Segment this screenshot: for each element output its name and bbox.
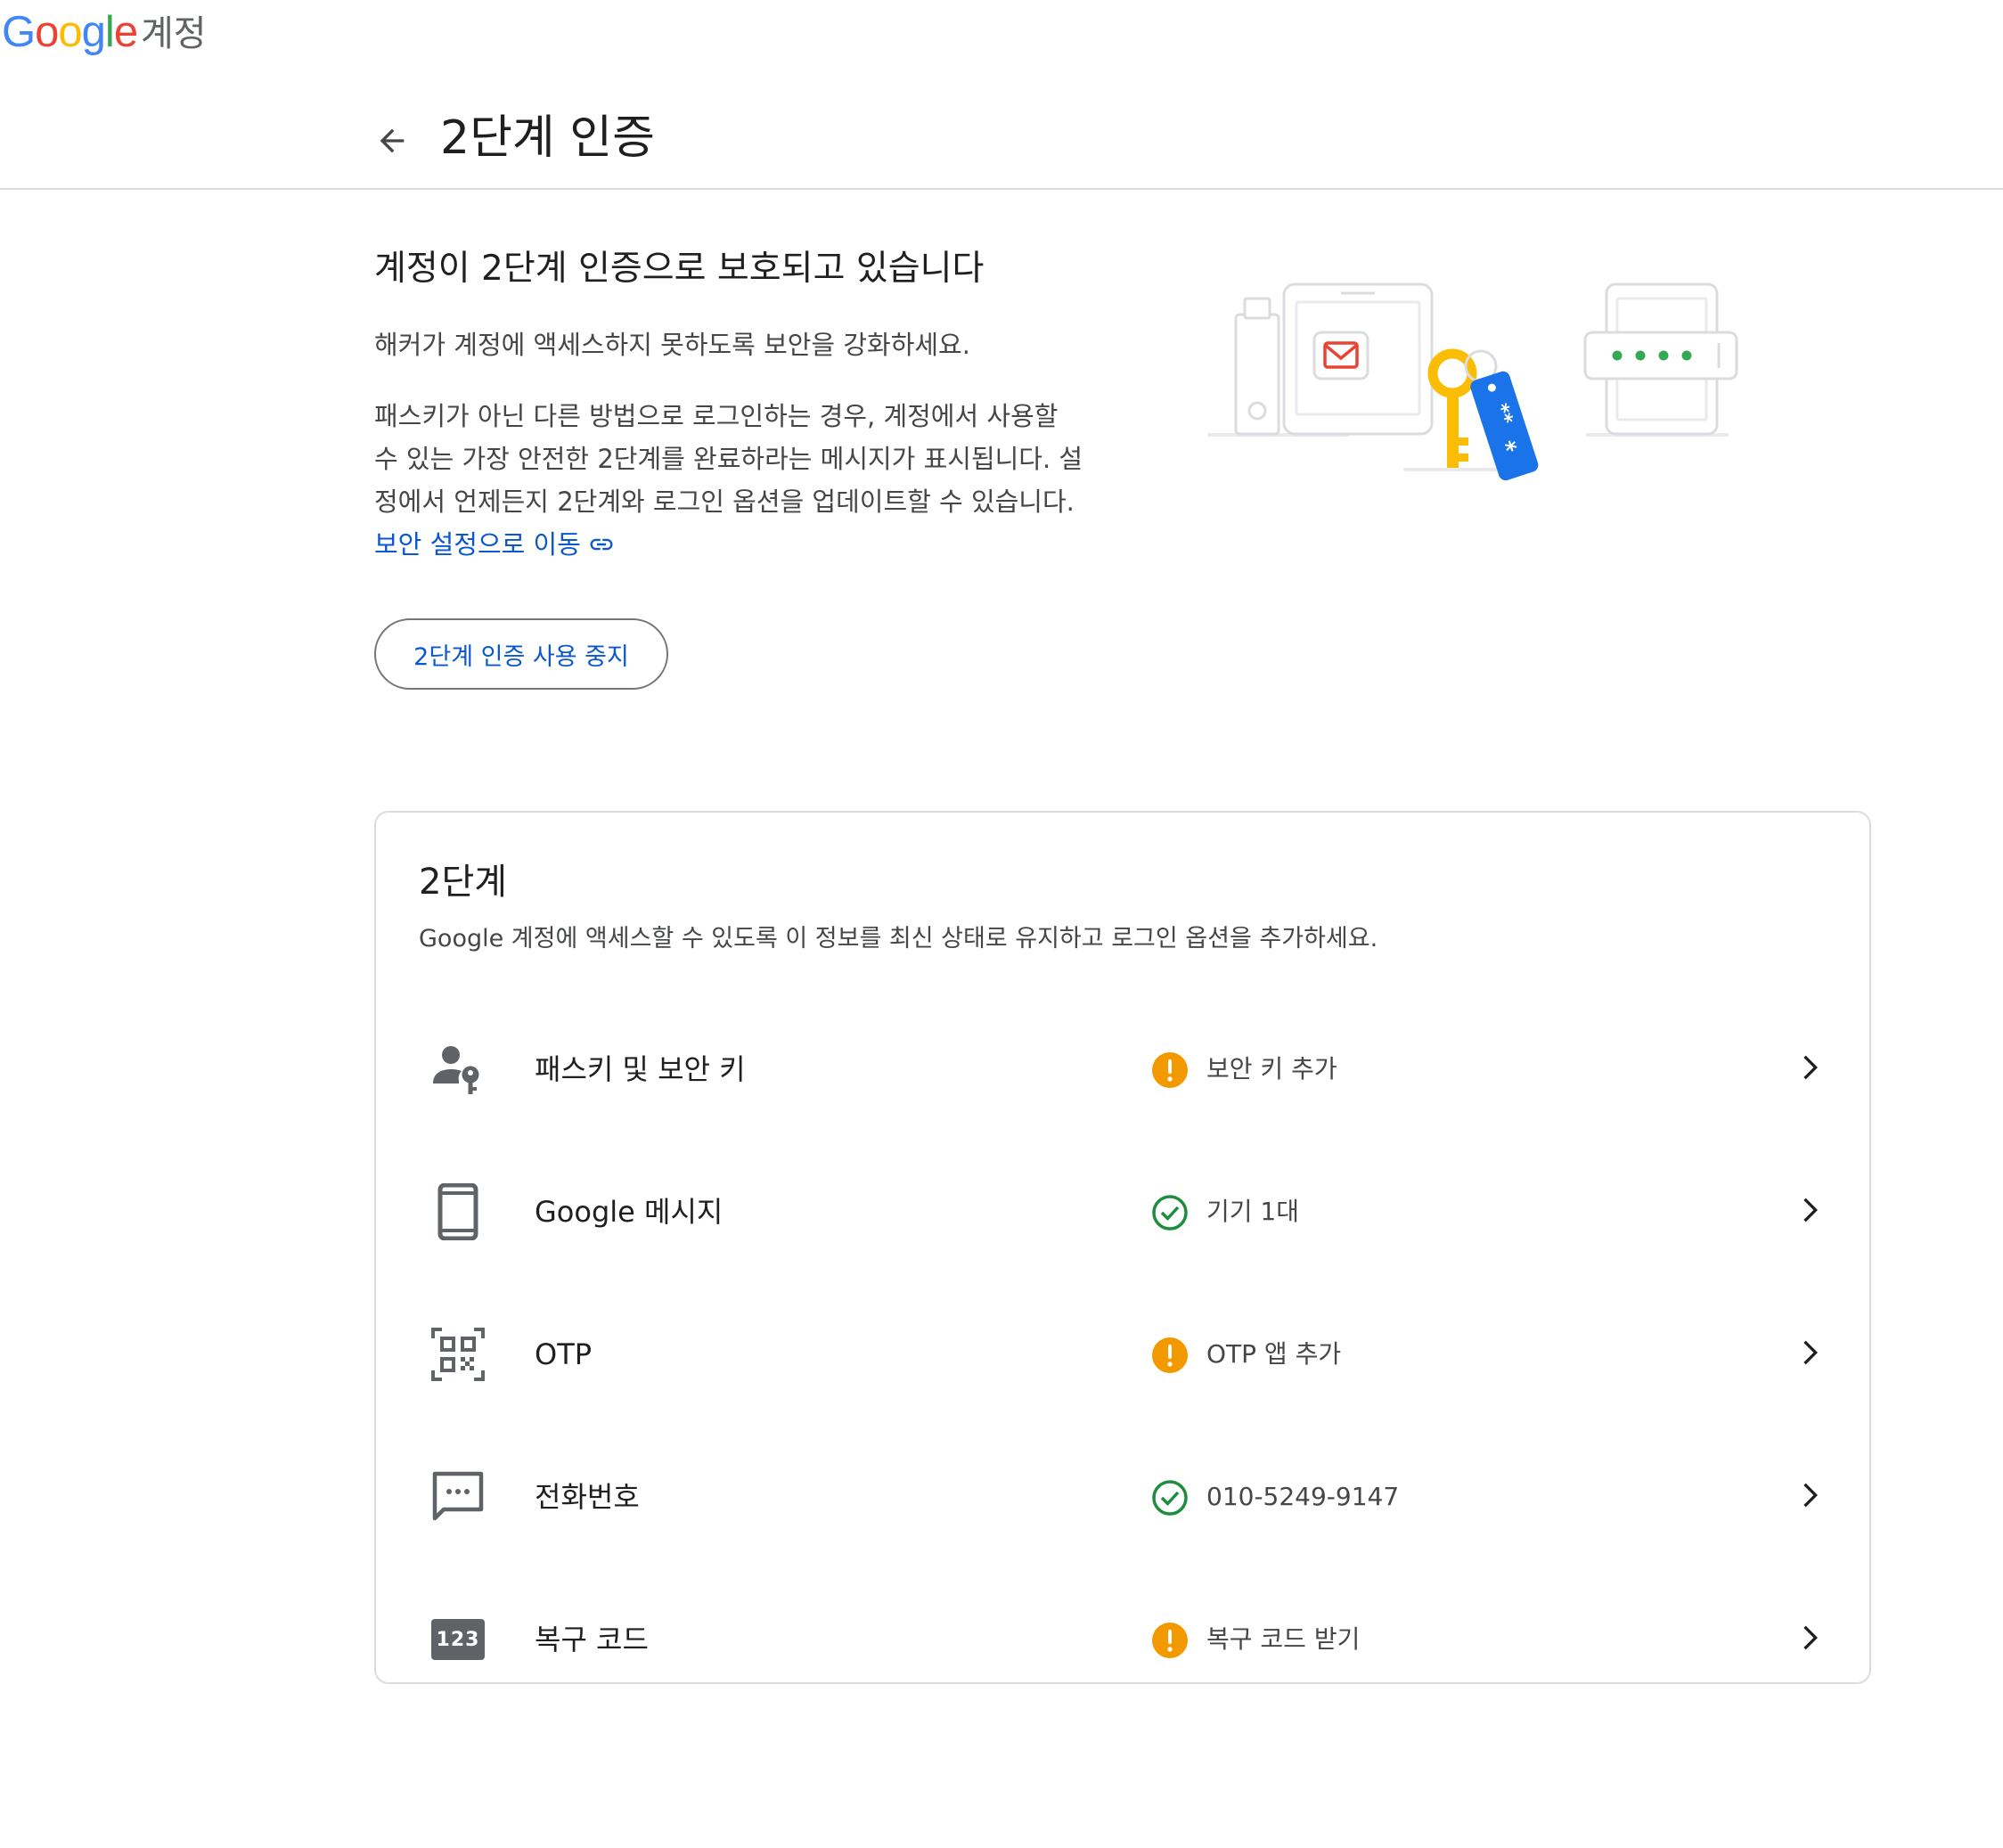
message-icon (432, 1471, 484, 1521)
row-phone-number[interactable]: 전화번호 010-5249-9147 (376, 1426, 1869, 1568)
row-icon (431, 1470, 485, 1524)
warning-icon (1152, 1052, 1188, 1088)
page-title: 2단계 인증 (440, 111, 655, 165)
row-google-prompts[interactable]: Google 메시지 기기 1대 (376, 1141, 1869, 1283)
row-status: 010-5249-9147 (1206, 1482, 1400, 1511)
row-label: 패스키 및 보안 키 (535, 1052, 746, 1086)
check-circle-icon (1152, 1195, 1188, 1231)
logo-letter: o (58, 8, 82, 56)
product-name[interactable]: 계정 (141, 9, 207, 59)
turn-off-2sv-button[interactable]: 2단계 인증 사용 중지 (374, 618, 668, 690)
row-label: Google 메시지 (535, 1195, 724, 1229)
row-status: 보안 키 추가 (1206, 1054, 1337, 1083)
card-title: 2단계 (419, 862, 508, 903)
logo-letter: l (104, 8, 115, 56)
arrow-back-icon (380, 128, 405, 153)
row-label: 복구 코드 (535, 1623, 649, 1656)
row-icon (431, 1183, 485, 1240)
row-label: OTP (535, 1337, 593, 1371)
logo-letter: G (2, 8, 36, 56)
chevron-right-icon (1803, 1055, 1818, 1080)
intro-paragraph-line: 수 있는 가장 안전한 2단계를 완료하라는 메시지가 표시됩니다. 설 (374, 444, 1083, 474)
second-steps-list: 패스키 및 보안 키 보안 키 추가 Google 메시지 기기 1대 OTP … (376, 998, 1869, 1711)
qr-code-icon (431, 1328, 485, 1381)
row-status: 복구 코드 받기 (1206, 1624, 1361, 1654)
top-bar: Google 계정 (0, 0, 2003, 71)
usb-key-icon (1234, 313, 1280, 436)
logo-letter: g (81, 8, 106, 56)
row-status: OTP 앱 추가 (1206, 1339, 1342, 1369)
intro-paragraph-line: 정에서 언제든지 2단계와 로그인 옵션을 업데이트할 수 있습니다. (374, 487, 1075, 517)
phone-icon (437, 1183, 478, 1240)
logo-letter: e (113, 8, 138, 56)
chevron-right-icon (1803, 1198, 1818, 1222)
row-status: 기기 1대 (1206, 1197, 1299, 1226)
warning-icon (1152, 1337, 1188, 1373)
chevron-right-icon (1803, 1625, 1818, 1650)
security-settings-link[interactable]: 보안 설정으로 이동 (374, 523, 615, 566)
recovery-code-icon-text: 123 (436, 1628, 480, 1651)
warning-icon (1152, 1623, 1188, 1658)
row-icon (431, 1328, 485, 1381)
row-recovery-codes[interactable]: 123 복구 코드 복구 코드 받기 (376, 1568, 1869, 1711)
security-settings-link-label: 보안 설정으로 이동 (374, 529, 581, 560)
chevron-right-icon (1803, 1483, 1818, 1508)
row-passkeys[interactable]: 패스키 및 보안 키 보안 키 추가 (376, 998, 1869, 1141)
logo-letter: o (35, 8, 59, 56)
page-header: 2단계 인증 (0, 98, 2003, 190)
intro-paragraph: 패스키가 아닌 다른 방법으로 로그인하는 경우, 계정에서 사용할 수 있는 … (374, 395, 1114, 523)
google-logo[interactable]: Google (2, 5, 138, 59)
row-icon (431, 1043, 485, 1096)
card-description: Google 계정에 액세스할 수 있도록 이 정보를 최신 상태로 유지하고 … (419, 925, 1378, 953)
row-otp[interactable]: OTP OTP 앱 추가 (376, 1283, 1869, 1426)
intro-subtitle: 해커가 계정에 액세스하지 못하도록 보안을 강화하세요. (374, 330, 970, 360)
intro-heading: 계정이 2단계 인증으로 보호되고 있습니다 (374, 249, 985, 289)
row-label: 전화번호 (535, 1480, 640, 1514)
two-step-illustration: ** * (1207, 282, 1738, 481)
second-steps-card: 2단계 Google 계정에 액세스할 수 있도록 이 정보를 최신 상태로 유… (374, 811, 1871, 1684)
intro-paragraph-line: 패스키가 아닌 다른 방법으로 로그인하는 경우, 계정에서 사용할 (374, 401, 1059, 431)
row-icon: 123 (431, 1613, 485, 1666)
check-circle-icon (1152, 1480, 1188, 1516)
password-tag-icon: ** * (1470, 371, 1539, 481)
chevron-right-icon (1803, 1340, 1818, 1365)
person-key-icon (433, 1046, 479, 1094)
recovery-code-icon: 123 (431, 1619, 485, 1660)
back-button[interactable] (367, 116, 417, 166)
link-icon (590, 538, 613, 551)
